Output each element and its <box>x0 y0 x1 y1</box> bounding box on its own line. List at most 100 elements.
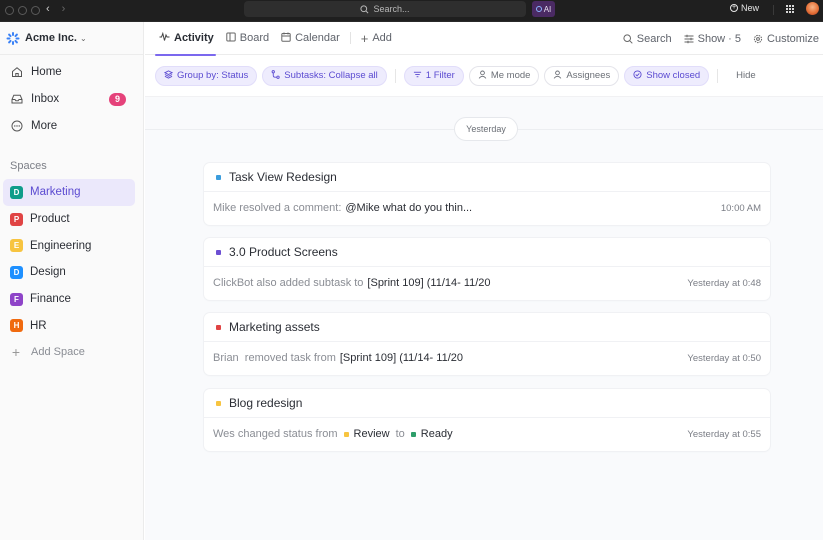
sidebar-item-space-hr[interactable]: H HR <box>3 313 135 340</box>
from-status-label: Review <box>353 428 390 440</box>
activity-card[interactable]: 3.0 Product Screens ClickBot also added … <box>204 238 770 300</box>
spaces-list: D Marketing P Product E Engineering D Design F Fi… <box>0 179 143 339</box>
space-avatar-icon: F <box>10 292 23 306</box>
plus-icon: + <box>11 344 21 361</box>
subtask-icon <box>271 70 280 81</box>
plus-circle-icon: + <box>730 4 738 12</box>
history-nav: ‹ › <box>46 3 65 15</box>
sidebar: Acme Inc. ⌄ Home Inbox 9 More Spaces D Ma… <box>0 22 144 540</box>
search-button[interactable]: Search <box>623 33 672 45</box>
more-icon <box>10 119 23 132</box>
workspace-logo-icon <box>6 31 19 45</box>
me-mode-button[interactable]: Me mode <box>468 65 540 86</box>
tab-board[interactable]: Board <box>226 22 269 55</box>
sidebar-item-more[interactable]: More <box>0 112 143 139</box>
filter-button[interactable]: 1 Filter <box>403 65 464 86</box>
show-button[interactable]: Show · 5 <box>684 33 741 45</box>
space-avatar-icon: H <box>10 319 23 333</box>
divider <box>394 68 396 83</box>
day-label: Yesterday <box>454 117 518 141</box>
inbox-count-badge: 9 <box>109 92 126 106</box>
new-label: New <box>741 3 760 13</box>
activity-detail[interactable]: [Sprint 109] (11/14- 11/20 <box>367 277 490 289</box>
space-label: Design <box>30 266 66 279</box>
divider <box>717 68 719 83</box>
activity-time: 10:00 AM <box>720 202 761 214</box>
workspace-name: Acme Inc. <box>25 32 77 44</box>
add-view-button[interactable]: + Add <box>361 22 392 55</box>
sidebar-item-inbox[interactable]: Inbox 9 <box>0 86 143 113</box>
filter-bar: Group by: Status Subtasks: Collapse all … <box>145 55 823 97</box>
subtasks-button[interactable]: Subtasks: Collapse all <box>262 65 387 86</box>
tab-label: Board <box>239 32 270 44</box>
layers-icon <box>163 70 174 81</box>
sidebar-item-home[interactable]: Home <box>0 59 143 86</box>
sidebar-item-space-design[interactable]: D Design <box>3 259 135 286</box>
gear-icon <box>753 34 763 43</box>
add-space-label: Add Space <box>31 346 85 359</box>
add-view-label: Add <box>372 32 392 44</box>
tab-calendar[interactable]: Calendar <box>281 22 340 55</box>
card-header: Blog redesign <box>204 389 770 418</box>
activity-detail[interactable]: [Sprint 109] (11/14- 11/20 <box>340 352 463 364</box>
activity-text: Mike resolved a comment: <box>213 202 342 214</box>
task-title[interactable]: 3.0 Product Screens <box>229 245 338 259</box>
calendar-icon <box>281 32 291 45</box>
space-label: Product <box>30 213 70 226</box>
activity-card[interactable]: Blog redesign Wes changed status from Re… <box>204 389 770 451</box>
space-avatar-icon: D <box>10 185 23 199</box>
activity-card[interactable]: Marketing assets Brian removed task from… <box>204 313 770 375</box>
task-title[interactable]: Blog redesign <box>229 396 302 410</box>
group-by-button[interactable]: Group by: Status <box>155 65 258 86</box>
tab-activity[interactable]: Activity <box>155 22 216 56</box>
hide-button[interactable]: Hide <box>726 70 756 81</box>
task-status-icon <box>216 400 221 406</box>
filter-icon <box>413 70 422 81</box>
user-icon <box>478 70 487 81</box>
global-search-input[interactable]: Search... <box>244 1 526 17</box>
assignees-button[interactable]: Assignees <box>544 65 620 86</box>
search-icon <box>360 4 369 13</box>
task-title[interactable]: Task View Redesign <box>229 170 337 184</box>
forward-arrow-icon[interactable]: › <box>62 3 66 15</box>
back-arrow-icon[interactable]: ‹ <box>46 3 50 15</box>
user-avatar[interactable] <box>806 2 819 15</box>
apps-grid-icon[interactable] <box>786 5 794 13</box>
check-circle-icon <box>633 70 642 81</box>
minimize-window-button[interactable] <box>18 6 27 15</box>
inbox-icon <box>10 93 23 106</box>
task-status-icon <box>216 174 221 180</box>
activity-text: Brian removed task from <box>213 352 336 364</box>
activity-card[interactable]: Task View Redesign Mike resolved a comme… <box>204 163 770 225</box>
card-header: 3.0 Product Screens <box>204 238 770 267</box>
activity-time: Yesterday at 0:55 <box>687 428 761 440</box>
sidebar-item-space-engineering[interactable]: E Engineering <box>3 232 135 259</box>
new-button[interactable]: + New <box>730 3 759 13</box>
card-header: Marketing assets <box>204 313 770 342</box>
to-status: Ready <box>410 428 453 440</box>
assignees-label: Assignees <box>566 70 611 81</box>
maximize-window-button[interactable] <box>31 6 40 15</box>
space-avatar-icon: P <box>10 212 23 226</box>
sidebar-item-label: Inbox <box>31 93 60 106</box>
add-space-button[interactable]: + Add Space <box>0 339 143 365</box>
sidebar-item-space-product[interactable]: P Product <box>3 206 135 233</box>
view-tools: Search Show · 5 Customize <box>623 22 819 55</box>
customize-button[interactable]: Customize <box>753 33 819 45</box>
activity-text: Wes changed status from <box>213 428 338 440</box>
sidebar-item-space-marketing[interactable]: D Marketing <box>3 179 135 206</box>
close-window-button[interactable] <box>5 6 14 15</box>
workspace-switcher[interactable]: Acme Inc. ⌄ <box>0 22 143 55</box>
sidebar-item-space-finance[interactable]: F Finance <box>3 286 135 313</box>
show-closed-button[interactable]: Show closed <box>624 65 710 86</box>
activity-detail[interactable]: @Mike what do you thin... <box>345 202 472 214</box>
task-title[interactable]: Marketing assets <box>229 320 320 334</box>
plus-icon: + <box>360 30 369 46</box>
activity-icon <box>159 31 170 45</box>
ai-button[interactable]: AI <box>532 1 555 17</box>
show-closed-label: Show closed <box>646 70 701 81</box>
me-mode-label: Me mode <box>490 70 531 81</box>
sliders-icon <box>684 34 694 43</box>
space-label: Marketing <box>30 186 81 199</box>
to-status-label: Ready <box>420 428 453 440</box>
